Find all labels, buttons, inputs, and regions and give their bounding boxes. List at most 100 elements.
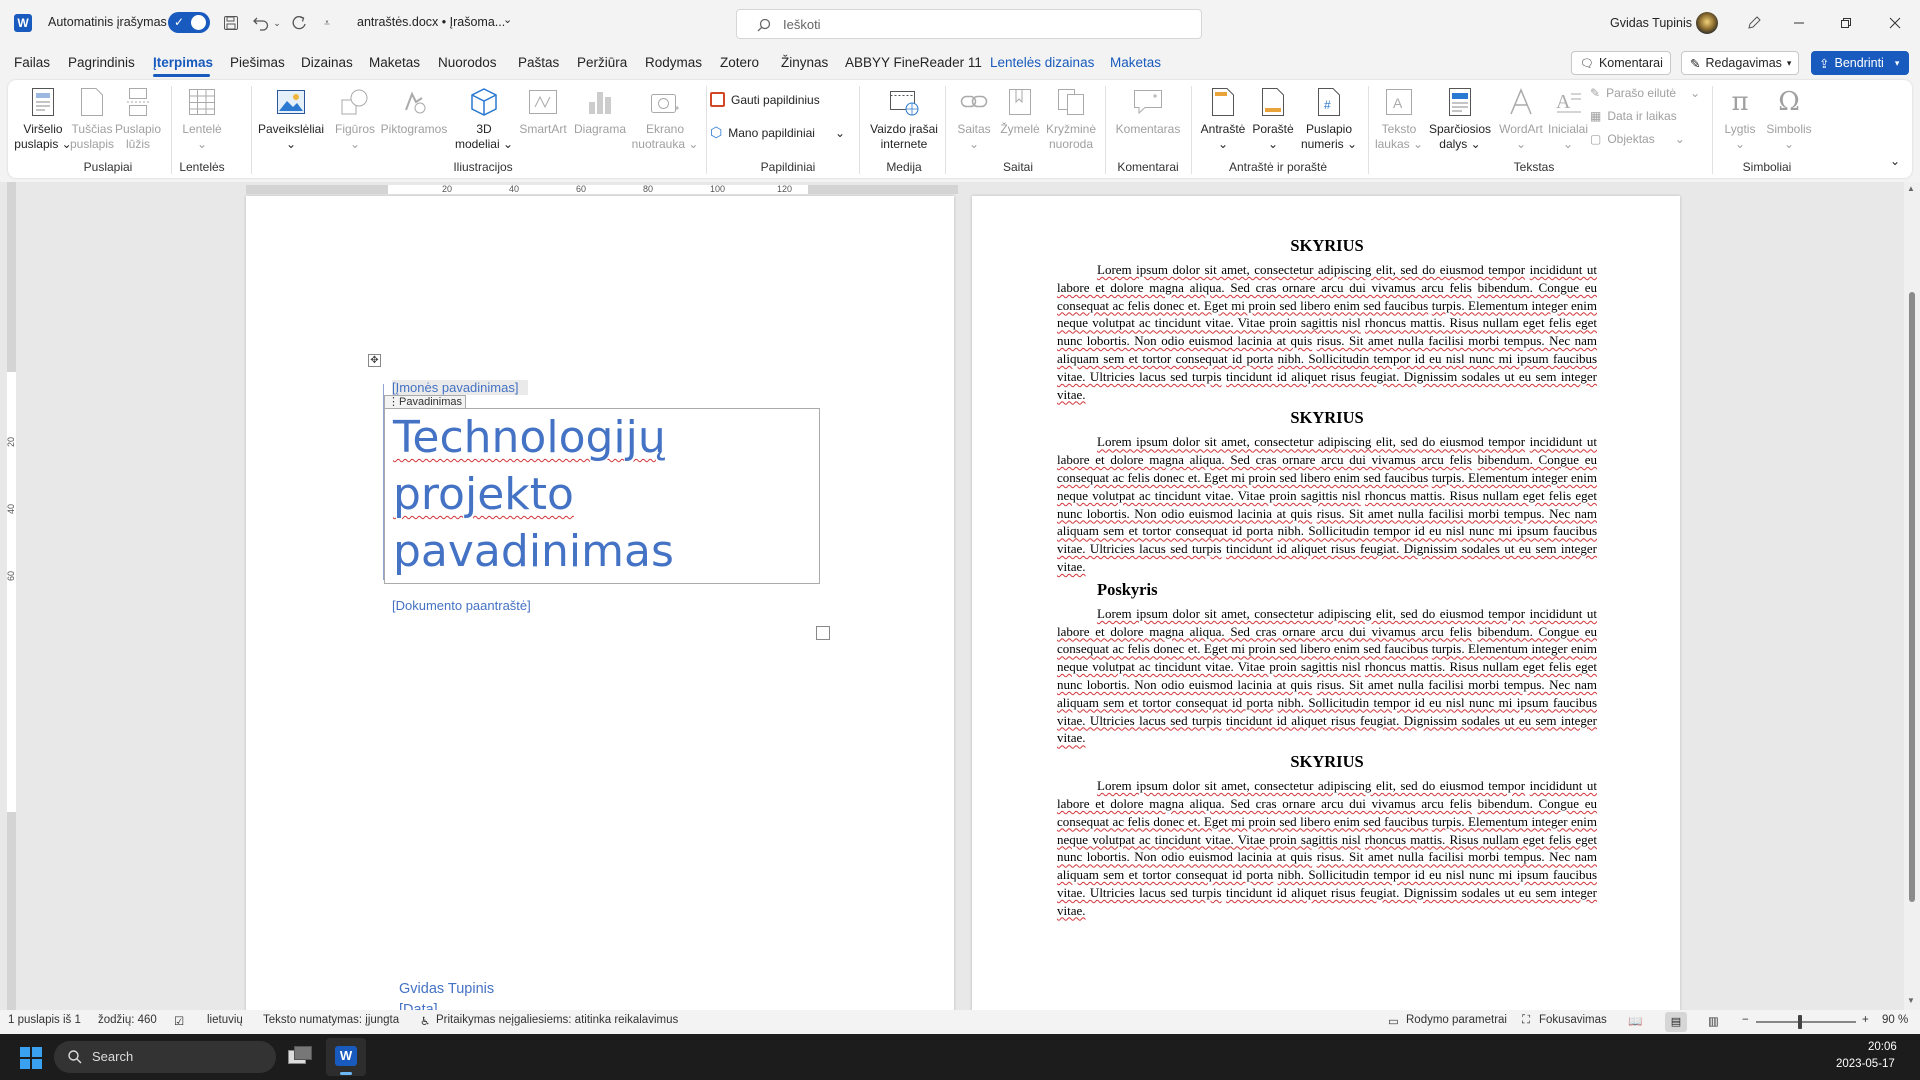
redo-icon[interactable] [288,12,310,34]
text-prediction-status[interactable]: Teksto numatymas: įjungta [263,1014,399,1026]
tab-view[interactable]: Rodymas [645,55,702,70]
footer-button[interactable]: Poraštė ⌄ [1248,86,1298,152]
horizontal-ruler[interactable]: 20 40 60 80 100 120 [246,182,958,196]
tab-references[interactable]: Nuorodos [438,55,497,70]
pictures-button[interactable]: Paveikslėliai ⌄ [258,86,324,152]
chart-button[interactable]: Diagrama [572,86,628,137]
scroll-down-icon[interactable]: ▼ [1907,996,1915,1005]
language-status[interactable]: lietuvių [207,1014,243,1026]
document-subtitle[interactable]: [Dokumento paantraštė] [392,598,531,613]
get-addins-button[interactable]: Gauti papildinius [710,92,820,107]
header-button[interactable]: Antraštė ⌄ [1198,86,1248,152]
my-addins-button[interactable]: ⬡ Mano papildiniai ⌄ [710,124,845,141]
online-video-button[interactable]: Vaizdo įrašai internete [866,86,942,152]
content-page[interactable]: SKYRIUS Lorem ipsum dolor sit amet, conse… [972,196,1680,1010]
task-view-icon[interactable] [288,1046,312,1066]
page-break-button[interactable]: Puslapio lūžis [115,86,161,152]
zoom-slider-thumb[interactable] [1798,1015,1802,1029]
clock-time[interactable]: 20:06 [1868,1041,1897,1053]
scroll-up-icon[interactable]: ▲ [1907,184,1915,193]
undo-dropdown-icon[interactable]: ⌄ [271,12,283,34]
author-name[interactable]: Gvidas Tupinis [399,981,494,997]
title-content-control[interactable]: Technologijų projekto pavadinimas [384,408,820,584]
subsection-heading[interactable]: Poskyris [1057,580,1597,600]
undo-icon[interactable] [250,12,272,34]
title-dropdown-icon[interactable]: ⌄ [503,13,512,26]
icons-button[interactable]: Piktogramos [381,86,447,137]
body-paragraph[interactable]: Lorem ipsum dolor sit amet, consectetur … [1057,605,1597,747]
minimize-icon[interactable] [1786,10,1812,36]
smartart-button[interactable]: SmartArt [516,86,570,137]
drop-cap-button[interactable]: A Inicialai ⌄ [1544,86,1592,152]
symbol-button[interactable]: Ω Simbolis ⌄ [1762,86,1816,152]
cover-page-button[interactable]: Viršelio puslapis ⌄ [14,86,72,152]
comments-button[interactable]: 🗨 Komentarai [1571,51,1671,75]
tab-zotero[interactable]: Zotero [720,55,759,70]
close-icon[interactable] [1882,10,1908,36]
page-number-button[interactable]: # Puslapio numeris ⌄ [1298,86,1360,152]
user-name[interactable]: Gvidas Tupinis [1610,16,1692,30]
date-placeholder[interactable]: [Data] [399,1002,438,1010]
restore-icon[interactable] [1833,10,1859,36]
zoom-slider[interactable] [1756,1015,1856,1029]
focus-icon[interactable]: ⛶ [1522,1014,1530,1027]
tab-draw[interactable]: Piešimas [230,55,285,70]
accessibility-status[interactable]: Pritaikymas neįgaliesiems: atitinka reik… [436,1014,678,1026]
scrollbar-thumb[interactable] [1909,292,1915,902]
tab-insert[interactable]: Įterpimas [153,55,213,70]
body-paragraph[interactable]: Lorem ipsum dolor sit amet, consectetur … [1057,777,1597,919]
chapter-heading[interactable]: SKYRIUS [1057,236,1597,256]
tab-file[interactable]: Failas [14,55,50,70]
bookmark-button[interactable]: Žymelė [998,86,1042,137]
vertical-ruler[interactable]: 20 40 60 [4,182,18,1010]
comment-button[interactable]: Komentaras [1112,86,1184,137]
tab-layout[interactable]: Maketas [369,55,420,70]
read-mode-icon[interactable]: 📖 [1628,1014,1642,1028]
body-paragraph[interactable]: Lorem ipsum dolor sit amet, consectetur … [1057,261,1597,403]
tab-home[interactable]: Pagrindinis [68,55,135,70]
display-settings[interactable]: Rodymo parametrai [1406,1014,1507,1026]
display-settings-icon[interactable]: ▭ [1388,1014,1399,1028]
body-paragraph[interactable]: Lorem ipsum dolor sit amet, consectetur … [1057,433,1597,575]
chapter-heading[interactable]: SKYRIUS [1057,752,1597,772]
editing-button[interactable]: ✎ Redagavimas ▾ [1681,51,1799,75]
web-layout-icon[interactable]: ▥ [1708,1014,1719,1028]
date-time-button[interactable]: ▦ Data ir laikas [1590,109,1677,123]
screenshot-button[interactable]: Ekrano nuotrauka ⌄ [632,86,698,152]
pen-icon[interactable] [1743,12,1765,34]
table-button[interactable]: Lentelė ⌄ [180,86,224,152]
word-app-icon[interactable]: W [14,14,32,32]
tab-table-design[interactable]: Lentelės dizainas [990,55,1094,70]
tab-help[interactable]: Žinynas [781,55,828,70]
object-button[interactable]: ▢ Objektas ⌄ [1590,132,1685,146]
proofing-icon[interactable]: ☑ [174,1014,184,1028]
title-content-control-tag[interactable]: ⋮Pavadinimas [384,395,466,409]
tab-mailings[interactable]: Paštas [518,55,559,70]
shapes-button[interactable]: Figūros ⌄ [330,86,380,152]
tab-design[interactable]: Dizainas [301,55,353,70]
zoom-in-icon[interactable]: + [1862,1014,1869,1026]
wordart-button[interactable]: WordArt ⌄ [1496,86,1546,152]
save-icon[interactable] [220,12,242,34]
focus-mode[interactable]: Fokusavimas [1539,1014,1607,1026]
document-title[interactable]: antraštės.docx • Įrašoma... [357,15,505,29]
equation-button[interactable]: π Lygtis ⌄ [1716,86,1764,152]
3d-models-button[interactable]: 3D modeliai ⌄ [454,86,514,152]
search-box[interactable]: Ieškoti [736,9,1202,39]
avatar[interactable] [1696,12,1718,34]
link-button[interactable]: Saitas ⌄ [952,86,996,152]
collapse-ribbon-icon[interactable]: ⌄ [1890,154,1900,168]
taskbar-search[interactable]: Search [54,1041,276,1073]
page-count[interactable]: 1 puslapis iš 1 [8,1014,81,1026]
windows-start-icon[interactable] [20,1047,42,1069]
customize-toolbar-icon[interactable]: ⩡ [318,12,336,34]
tab-review[interactable]: Peržiūra [577,55,627,70]
company-name[interactable]: [Įmonės pavadinimas] [392,380,529,395]
tab-abbyy[interactable]: ABBYY FineReader 11 [845,55,982,70]
cover-page[interactable]: ✥ [Įmonės pavadinimas] ⋮Pavadinimas Tech… [246,196,954,1010]
blank-page-button[interactable]: Tuščias puslapis [70,86,114,152]
signature-line-button[interactable]: ✎ Parašo eilutė ⌄ [1590,86,1700,100]
quick-parts-button[interactable]: Sparčiosios dalys ⌄ [1426,86,1494,152]
text-box-button[interactable]: A Teksto laukas ⌄ [1374,86,1424,152]
autosave-toggle[interactable]: ✓ [168,12,210,33]
